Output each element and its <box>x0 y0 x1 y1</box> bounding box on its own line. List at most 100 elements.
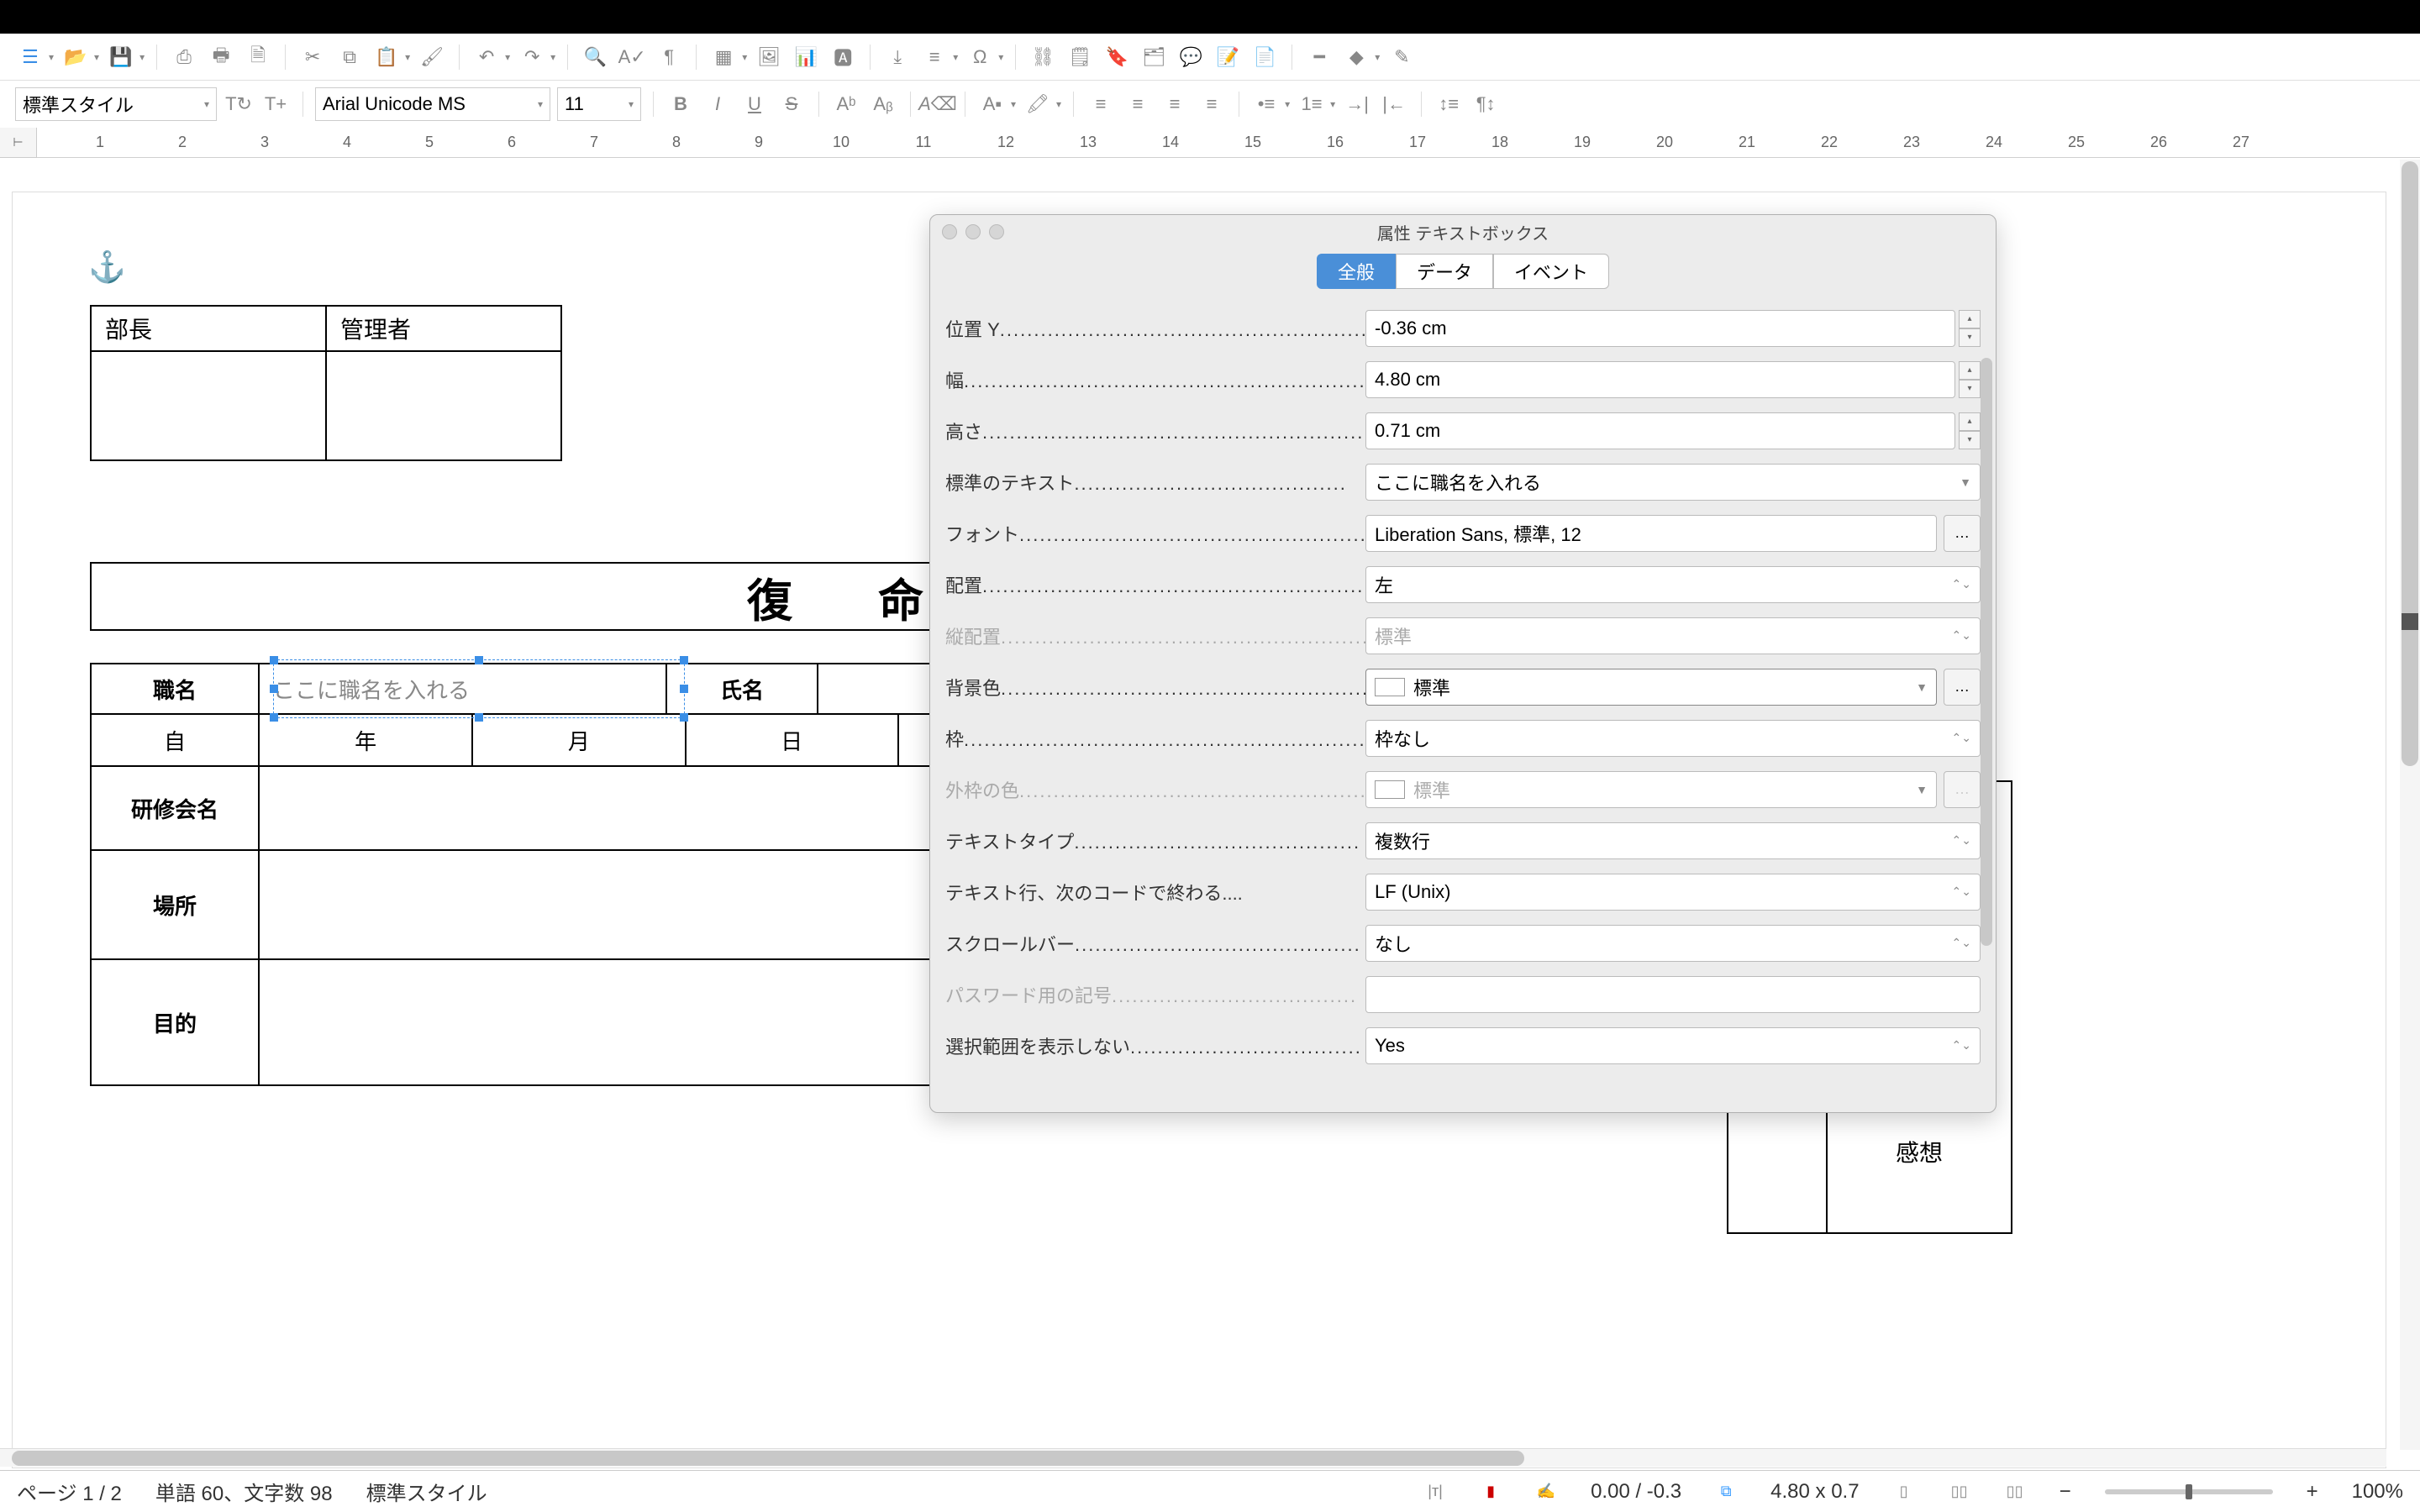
find-icon[interactable]: 🔍 <box>580 42 610 72</box>
cross-ref-icon[interactable]: 🗂 <box>1139 42 1169 72</box>
spinner[interactable]: ▴▾ <box>1959 310 1981 347</box>
spellcheck-icon[interactable]: A✓ <box>617 42 647 72</box>
copy-icon[interactable]: ⧉ <box>334 42 365 72</box>
cut-icon[interactable]: ✂ <box>297 42 328 72</box>
subscript-icon[interactable]: Aᵦ <box>868 89 898 119</box>
dropdown-icon[interactable]: ▾ <box>1285 98 1290 110</box>
dropdown-icon[interactable]: ▾ <box>998 51 1003 63</box>
horizontal-scrollbar[interactable] <box>0 1448 2386 1467</box>
resize-handle-mr[interactable] <box>680 685 688 693</box>
textbox-icon[interactable]: 🅰 <box>828 42 858 72</box>
dropdown-icon[interactable]: ▾ <box>742 51 747 63</box>
align-center-icon[interactable]: ≡ <box>1123 89 1153 119</box>
bullet-list-icon[interactable]: •≡ <box>1251 89 1281 119</box>
special-char-icon[interactable]: Ω <box>965 42 995 72</box>
dialog-scroll-thumb[interactable] <box>1981 358 1992 946</box>
font-name-select[interactable]: Arial Unicode MS▾ <box>315 87 550 121</box>
prop-scroll-select[interactable]: なし⌃⌄ <box>1365 925 1981 962</box>
dialog-titlebar[interactable]: 属性 テキストボックス <box>930 215 1996 249</box>
underline-icon[interactable]: U <box>739 89 770 119</box>
export-pdf-icon[interactable]: ⎙ <box>169 42 199 72</box>
resize-handle-tl[interactable] <box>270 656 278 664</box>
new-style-icon[interactable]: T+ <box>260 89 291 119</box>
bgcolor-more-button[interactable]: … <box>1944 669 1981 706</box>
sb-sel-icon[interactable]: ⧉ <box>1715 1481 1737 1503</box>
clear-format-icon[interactable]: A⌫ <box>923 89 953 119</box>
sb-language-icon[interactable]: |т| <box>1424 1481 1446 1503</box>
tab-general[interactable]: 全般 <box>1317 254 1396 289</box>
bookmark-icon[interactable]: 🔖 <box>1102 42 1132 72</box>
doc-icon[interactable]: 📄 <box>1249 42 1280 72</box>
tab-events[interactable]: イベント <box>1493 254 1609 289</box>
approval-cell[interactable] <box>91 351 326 460</box>
sb-view-single-icon[interactable]: ▯ <box>1893 1481 1915 1503</box>
sb-view-multi-icon[interactable]: ▯▯ <box>1949 1481 1970 1503</box>
sb-zoom[interactable]: 100% <box>2352 1480 2403 1504</box>
dropdown-icon[interactable]: ▾ <box>139 51 145 63</box>
footnote-icon[interactable]: 🗒 <box>1065 42 1095 72</box>
dropdown-icon[interactable]: ▾ <box>550 51 555 63</box>
bold-icon[interactable]: B <box>666 89 696 119</box>
dropdown-icon[interactable]: ▾ <box>1330 98 1335 110</box>
approval-cell[interactable] <box>326 351 561 460</box>
zoom-out-button[interactable]: − <box>2060 1480 2071 1504</box>
dropdown-icon[interactable]: ▾ <box>953 51 958 63</box>
zoom-in-button[interactable]: + <box>2307 1480 2318 1504</box>
resize-handle-tr[interactable] <box>680 656 688 664</box>
chart-icon[interactable]: 📊 <box>791 42 821 72</box>
sb-style[interactable]: 標準スタイル <box>366 1477 487 1506</box>
highlight-icon[interactable]: 🖍 <box>1023 89 1053 119</box>
dropdown-icon[interactable]: ▾ <box>1375 51 1380 63</box>
prop-posy-input[interactable]: -0.36 cm <box>1365 310 1955 347</box>
dropdown-icon[interactable]: ▾ <box>94 51 99 63</box>
increase-indent-icon[interactable]: →| <box>1342 89 1372 119</box>
update-style-icon[interactable]: T↻ <box>224 89 254 119</box>
print-preview-icon[interactable]: 🗎 <box>243 42 273 72</box>
comment-icon[interactable]: 💬 <box>1176 42 1206 72</box>
line-spacing-icon[interactable]: ↕≡ <box>1434 89 1464 119</box>
prop-height-input[interactable]: 0.71 cm <box>1365 412 1955 449</box>
para-spacing-icon[interactable]: ¶↕ <box>1470 89 1501 119</box>
formatting-marks-icon[interactable]: ¶ <box>654 42 684 72</box>
spinner[interactable]: ▴▾ <box>1959 361 1981 398</box>
resize-handle-br[interactable] <box>680 713 688 722</box>
zoom-slider[interactable] <box>2105 1489 2273 1494</box>
prop-lineend-select[interactable]: LF (Unix)⌃⌄ <box>1365 874 1981 911</box>
resize-handle-bm[interactable] <box>475 713 483 722</box>
format-paintbrush-icon[interactable]: 🖌 <box>417 42 447 72</box>
spinner[interactable]: ▴▾ <box>1959 412 1981 449</box>
italic-icon[interactable]: I <box>702 89 733 119</box>
resize-handle-tm[interactable] <box>475 656 483 664</box>
redo-icon[interactable]: ↷ <box>517 42 547 72</box>
dropdown-icon[interactable]: ▾ <box>1011 98 1016 110</box>
dialog-scrollbar[interactable] <box>1979 307 1992 1097</box>
prop-texttype-select[interactable]: 複数行⌃⌄ <box>1365 822 1981 859</box>
align-right-icon[interactable]: ≡ <box>1160 89 1190 119</box>
prop-selhide-select[interactable]: Yes⌃⌄ <box>1365 1027 1981 1064</box>
strikethrough-icon[interactable]: S <box>776 89 807 119</box>
sidebar-toggle-icon[interactable]: ☰ <box>15 42 45 72</box>
textbox-selection[interactable] <box>273 659 685 718</box>
prop-border-select[interactable]: 枠なし⌃⌄ <box>1365 720 1981 757</box>
align-left-icon[interactable]: ≡ <box>1086 89 1116 119</box>
align-justify-icon[interactable]: ≡ <box>1197 89 1227 119</box>
page-break-icon[interactable]: ⤓ <box>882 42 913 72</box>
prop-bgcolor-select[interactable]: 標準▼ <box>1365 669 1937 706</box>
font-more-button[interactable]: … <box>1944 515 1981 552</box>
paragraph-style-select[interactable]: 標準スタイル▾ <box>15 87 217 121</box>
save-icon[interactable]: 💾 <box>106 42 136 72</box>
draw-icon[interactable]: ✎ <box>1386 42 1417 72</box>
field-icon[interactable]: ≡ <box>919 42 950 72</box>
sb-signature-icon[interactable]: ✍ <box>1535 1481 1557 1503</box>
dropdown-icon[interactable]: ▾ <box>405 51 410 63</box>
paste-icon[interactable]: 📋 <box>371 42 402 72</box>
dropdown-icon[interactable]: ▾ <box>49 51 54 63</box>
resize-handle-ml[interactable] <box>270 685 278 693</box>
prop-align-select[interactable]: 左⌃⌄ <box>1365 566 1981 603</box>
number-list-icon[interactable]: 1≡ <box>1297 89 1327 119</box>
image-icon[interactable]: 🖼 <box>754 42 784 72</box>
hscroll-thumb[interactable] <box>12 1451 1524 1466</box>
prop-font-input[interactable]: Liberation Sans, 標準, 12 <box>1365 515 1937 552</box>
zoom-knob[interactable] <box>2186 1484 2192 1499</box>
shapes-icon[interactable]: ◆ <box>1341 42 1371 72</box>
